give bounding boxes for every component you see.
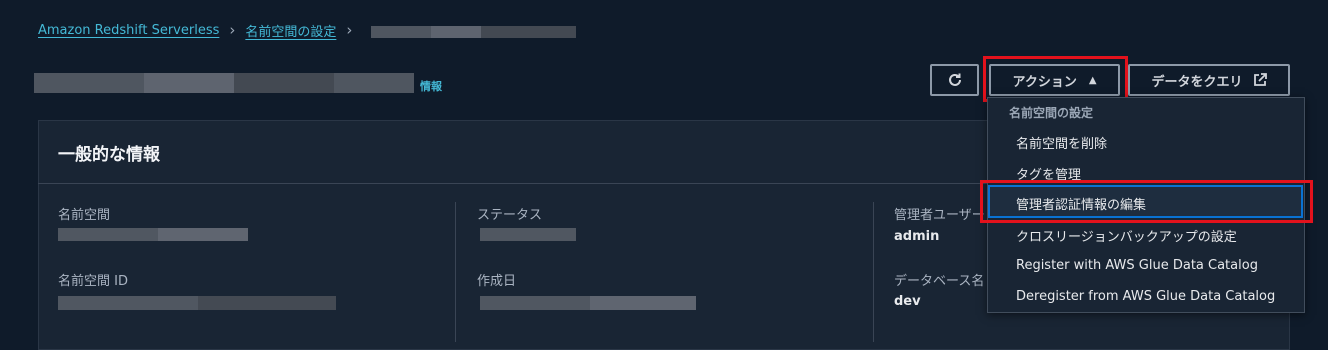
breadcrumb-current-redacted [371, 26, 576, 38]
namespace-id-label: 名前空間 ID [58, 274, 128, 289]
menu-item-deregister-glue[interactable]: Deregister from AWS Glue Data Catalog [1016, 289, 1275, 304]
status-value-redacted [480, 228, 576, 241]
column-divider [455, 202, 456, 342]
namespace-label: 名前空間 [58, 208, 111, 223]
menu-item-edit-admin-credentials[interactable]: 管理者認証情報の編集 [1016, 194, 1146, 213]
breadcrumb-redshift-serverless[interactable]: Amazon Redshift Serverless [38, 23, 219, 38]
admin-user-label: 管理者ユーザー [894, 208, 985, 223]
panel-title: 一般的な情報 [58, 145, 160, 165]
database-value: dev [894, 294, 921, 309]
breadcrumb: Amazon Redshift Serverless › 名前空間の設定 › [38, 21, 362, 40]
actions-button[interactable]: アクション ▲ [989, 64, 1120, 96]
created-label: 作成日 [477, 274, 517, 289]
menu-item-cross-region-backup[interactable]: クロスリージョンバックアップの設定 [1016, 226, 1237, 245]
chevron-right-icon: › [229, 21, 236, 39]
column-divider [873, 202, 874, 342]
menu-item-register-glue[interactable]: Register with AWS Glue Data Catalog [1016, 258, 1258, 273]
actions-button-label: アクション [1012, 74, 1077, 90]
page-title-redacted [34, 71, 414, 95]
breadcrumb-namespace-settings[interactable]: 名前空間の設定 [245, 21, 336, 40]
menu-item-delete-namespace[interactable]: 名前空間を削除 [1016, 133, 1107, 152]
admin-user-value: admin [894, 229, 940, 244]
menu-item-manage-tags[interactable]: タグを管理 [1016, 164, 1081, 183]
refresh-button[interactable] [930, 64, 979, 96]
refresh-icon [948, 73, 961, 86]
query-data-button[interactable]: データをクエリ [1128, 64, 1290, 96]
caret-up-icon: ▲ [1088, 74, 1097, 86]
dropdown-group-label: 名前空間の設定 [1009, 106, 1094, 120]
info-link[interactable]: 情報 [420, 78, 442, 94]
status-label: ステータス [477, 208, 543, 223]
query-data-label: データをクエリ [1151, 74, 1243, 90]
chevron-right-icon: › [346, 21, 353, 39]
external-link-icon [1253, 73, 1267, 86]
database-label: データベース名 [894, 274, 985, 289]
